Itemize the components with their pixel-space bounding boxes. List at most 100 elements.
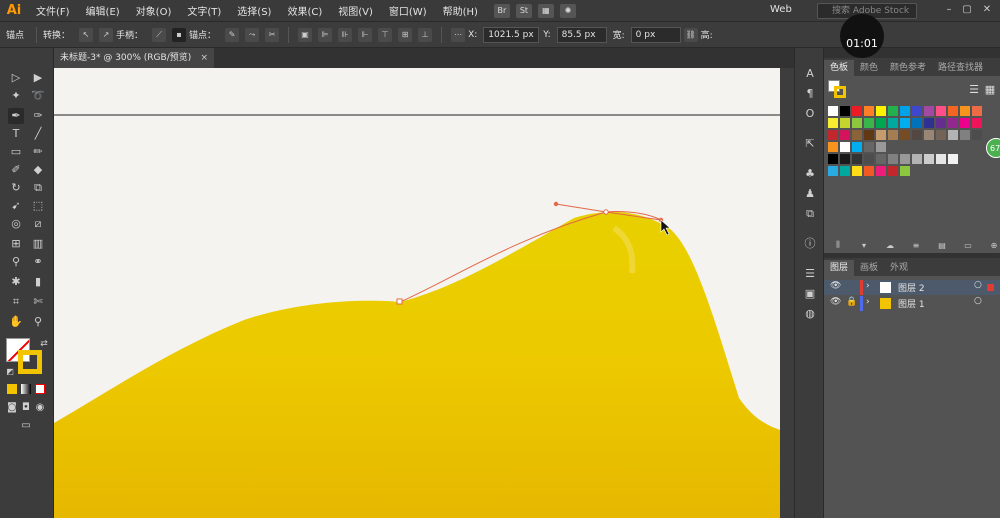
- direct-selection-icon[interactable]: ▶: [30, 70, 46, 86]
- color-swatch[interactable]: [972, 118, 982, 128]
- color-swatch[interactable]: [864, 118, 874, 128]
- symbol-sprayer-icon[interactable]: ✱: [8, 274, 24, 290]
- menu-file[interactable]: 文件(F): [28, 3, 78, 18]
- maximize-icon[interactable]: ▢: [960, 4, 974, 16]
- y-field[interactable]: 85.5 px: [556, 26, 607, 43]
- stroke-swatch[interactable]: [18, 350, 42, 374]
- minimize-icon[interactable]: –: [942, 4, 956, 16]
- color-swatch[interactable]: [888, 154, 898, 164]
- stock-icon[interactable]: St: [515, 3, 532, 18]
- color-swatch[interactable]: [972, 130, 982, 140]
- screen-mode-icon[interactable]: ▭: [18, 418, 34, 434]
- color-swatch[interactable]: [840, 154, 850, 164]
- color-swatch[interactable]: [948, 106, 958, 116]
- warp-icon[interactable]: ➹: [8, 198, 24, 214]
- appearance-icon[interactable]: ◍: [802, 306, 818, 322]
- color-swatch[interactable]: [864, 130, 874, 140]
- connect-anchor-icon[interactable]: ⤳: [245, 27, 260, 42]
- eyedropper-icon[interactable]: ⚲: [8, 254, 24, 270]
- new-swatch-icon[interactable]: ⊕: [987, 238, 1000, 252]
- color-swatch[interactable]: [936, 106, 946, 116]
- close-icon[interactable]: ✕: [980, 4, 994, 16]
- curvature-icon[interactable]: ✑: [30, 108, 46, 124]
- eraser-icon[interactable]: ◆: [30, 162, 46, 178]
- menu-select[interactable]: 选择(S): [229, 3, 279, 18]
- workspace-switcher[interactable]: Web: [770, 4, 792, 15]
- rotate-icon[interactable]: ↻: [8, 180, 24, 196]
- color-swatch[interactable]: [876, 154, 886, 164]
- transform-icon[interactable]: ⋯: [451, 27, 466, 42]
- color-swatch[interactable]: [912, 130, 922, 140]
- convert-corner-icon[interactable]: ↖: [79, 27, 94, 42]
- hand-icon[interactable]: ✋: [8, 314, 24, 330]
- color-swatch[interactable]: [852, 142, 862, 152]
- color-swatch[interactable]: [912, 118, 922, 128]
- color-swatch[interactable]: [876, 106, 886, 116]
- color-swatch[interactable]: [828, 106, 838, 116]
- color-swatch[interactable]: [876, 130, 886, 140]
- hide-handles-icon[interactable]: ▪: [172, 27, 187, 42]
- align-left-icon[interactable]: ⊫: [318, 27, 333, 42]
- symbols-icon[interactable]: ♣: [802, 166, 818, 182]
- align-vcenter-icon[interactable]: ⊞: [398, 27, 413, 42]
- free-transform-icon[interactable]: ⬚: [30, 198, 46, 214]
- default-fill-stroke-icon[interactable]: ◩: [2, 364, 18, 380]
- artboard-icon[interactable]: ⌗: [8, 294, 24, 310]
- swap-fill-stroke-icon[interactable]: ⇄: [36, 336, 52, 352]
- expand-arrow-icon[interactable]: ›: [866, 297, 870, 307]
- paintbrush-icon[interactable]: ✏: [30, 144, 46, 160]
- color-swatch[interactable]: [960, 130, 970, 140]
- menu-view[interactable]: 视图(V): [330, 3, 381, 18]
- color-swatch[interactable]: [936, 130, 946, 140]
- selection-icon[interactable]: ▷: [8, 70, 24, 86]
- color-swatch[interactable]: [948, 154, 958, 164]
- align-to-icon[interactable]: ▣: [298, 27, 313, 42]
- scale-icon[interactable]: ⧉: [30, 180, 46, 196]
- align-hcenter-icon[interactable]: ⊪: [338, 27, 353, 42]
- color-swatch[interactable]: [972, 106, 982, 116]
- slice-icon[interactable]: ✄: [30, 294, 46, 310]
- color-swatch[interactable]: [864, 154, 874, 164]
- swatch-options-icon[interactable]: ≡: [909, 238, 923, 252]
- type-icon[interactable]: T: [8, 126, 24, 142]
- menu-effect[interactable]: 效果(C): [279, 3, 330, 18]
- color-swatch[interactable]: [948, 130, 958, 140]
- menu-window[interactable]: 窗口(W): [381, 3, 435, 18]
- menu-help[interactable]: 帮助(H): [435, 3, 486, 18]
- asset-export-icon[interactable]: ⧉: [802, 206, 818, 222]
- swatch-libraries-icon[interactable]: ⫼: [831, 238, 845, 252]
- expand-arrow-icon[interactable]: ›: [866, 281, 870, 291]
- magic-wand-icon[interactable]: ✦: [8, 88, 24, 104]
- color-swatch[interactable]: [840, 142, 850, 152]
- tab-color[interactable]: 颜色: [854, 60, 884, 76]
- side-badge[interactable]: 67: [986, 138, 1000, 158]
- line-icon[interactable]: ╱: [30, 126, 46, 142]
- opentype-icon[interactable]: O: [802, 106, 818, 122]
- blend-icon[interactable]: ⚭: [30, 254, 46, 270]
- tab-pathfinder[interactable]: 路径查找器: [932, 60, 989, 76]
- mesh-icon[interactable]: ⊞: [8, 236, 24, 252]
- color-swatch[interactable]: [864, 106, 874, 116]
- color-swatch[interactable]: [828, 166, 838, 176]
- menu-object[interactable]: 对象(O): [128, 3, 180, 18]
- color-swatch[interactable]: [936, 154, 946, 164]
- rectangle-icon[interactable]: ▭: [8, 144, 24, 160]
- tab-artboards[interactable]: 画板: [854, 260, 884, 276]
- color-swatch[interactable]: [936, 118, 946, 128]
- color-swatch[interactable]: [828, 154, 838, 164]
- zoom-icon[interactable]: ⚲: [30, 314, 46, 330]
- target-icon[interactable]: ○: [974, 280, 982, 290]
- shaper-icon[interactable]: ✐: [8, 162, 24, 178]
- color-mode-icon[interactable]: [7, 384, 17, 394]
- remove-anchor-icon[interactable]: ✎: [225, 27, 240, 42]
- color-swatch[interactable]: [828, 118, 838, 128]
- layer-row-1[interactable]: 👁 🔒 › 图层 1 ○: [824, 296, 1000, 311]
- color-swatch[interactable]: [852, 118, 862, 128]
- swatch-fill-stroke-indicator[interactable]: [828, 80, 846, 98]
- visibility-eye-icon[interactable]: 👁: [830, 281, 841, 291]
- pen-icon[interactable]: ✒: [8, 108, 24, 124]
- x-field[interactable]: 1021.5 px: [483, 26, 540, 43]
- menu-edit[interactable]: 编辑(E): [78, 3, 128, 18]
- paragraph-icon[interactable]: ¶: [802, 86, 818, 102]
- color-swatch[interactable]: [852, 154, 862, 164]
